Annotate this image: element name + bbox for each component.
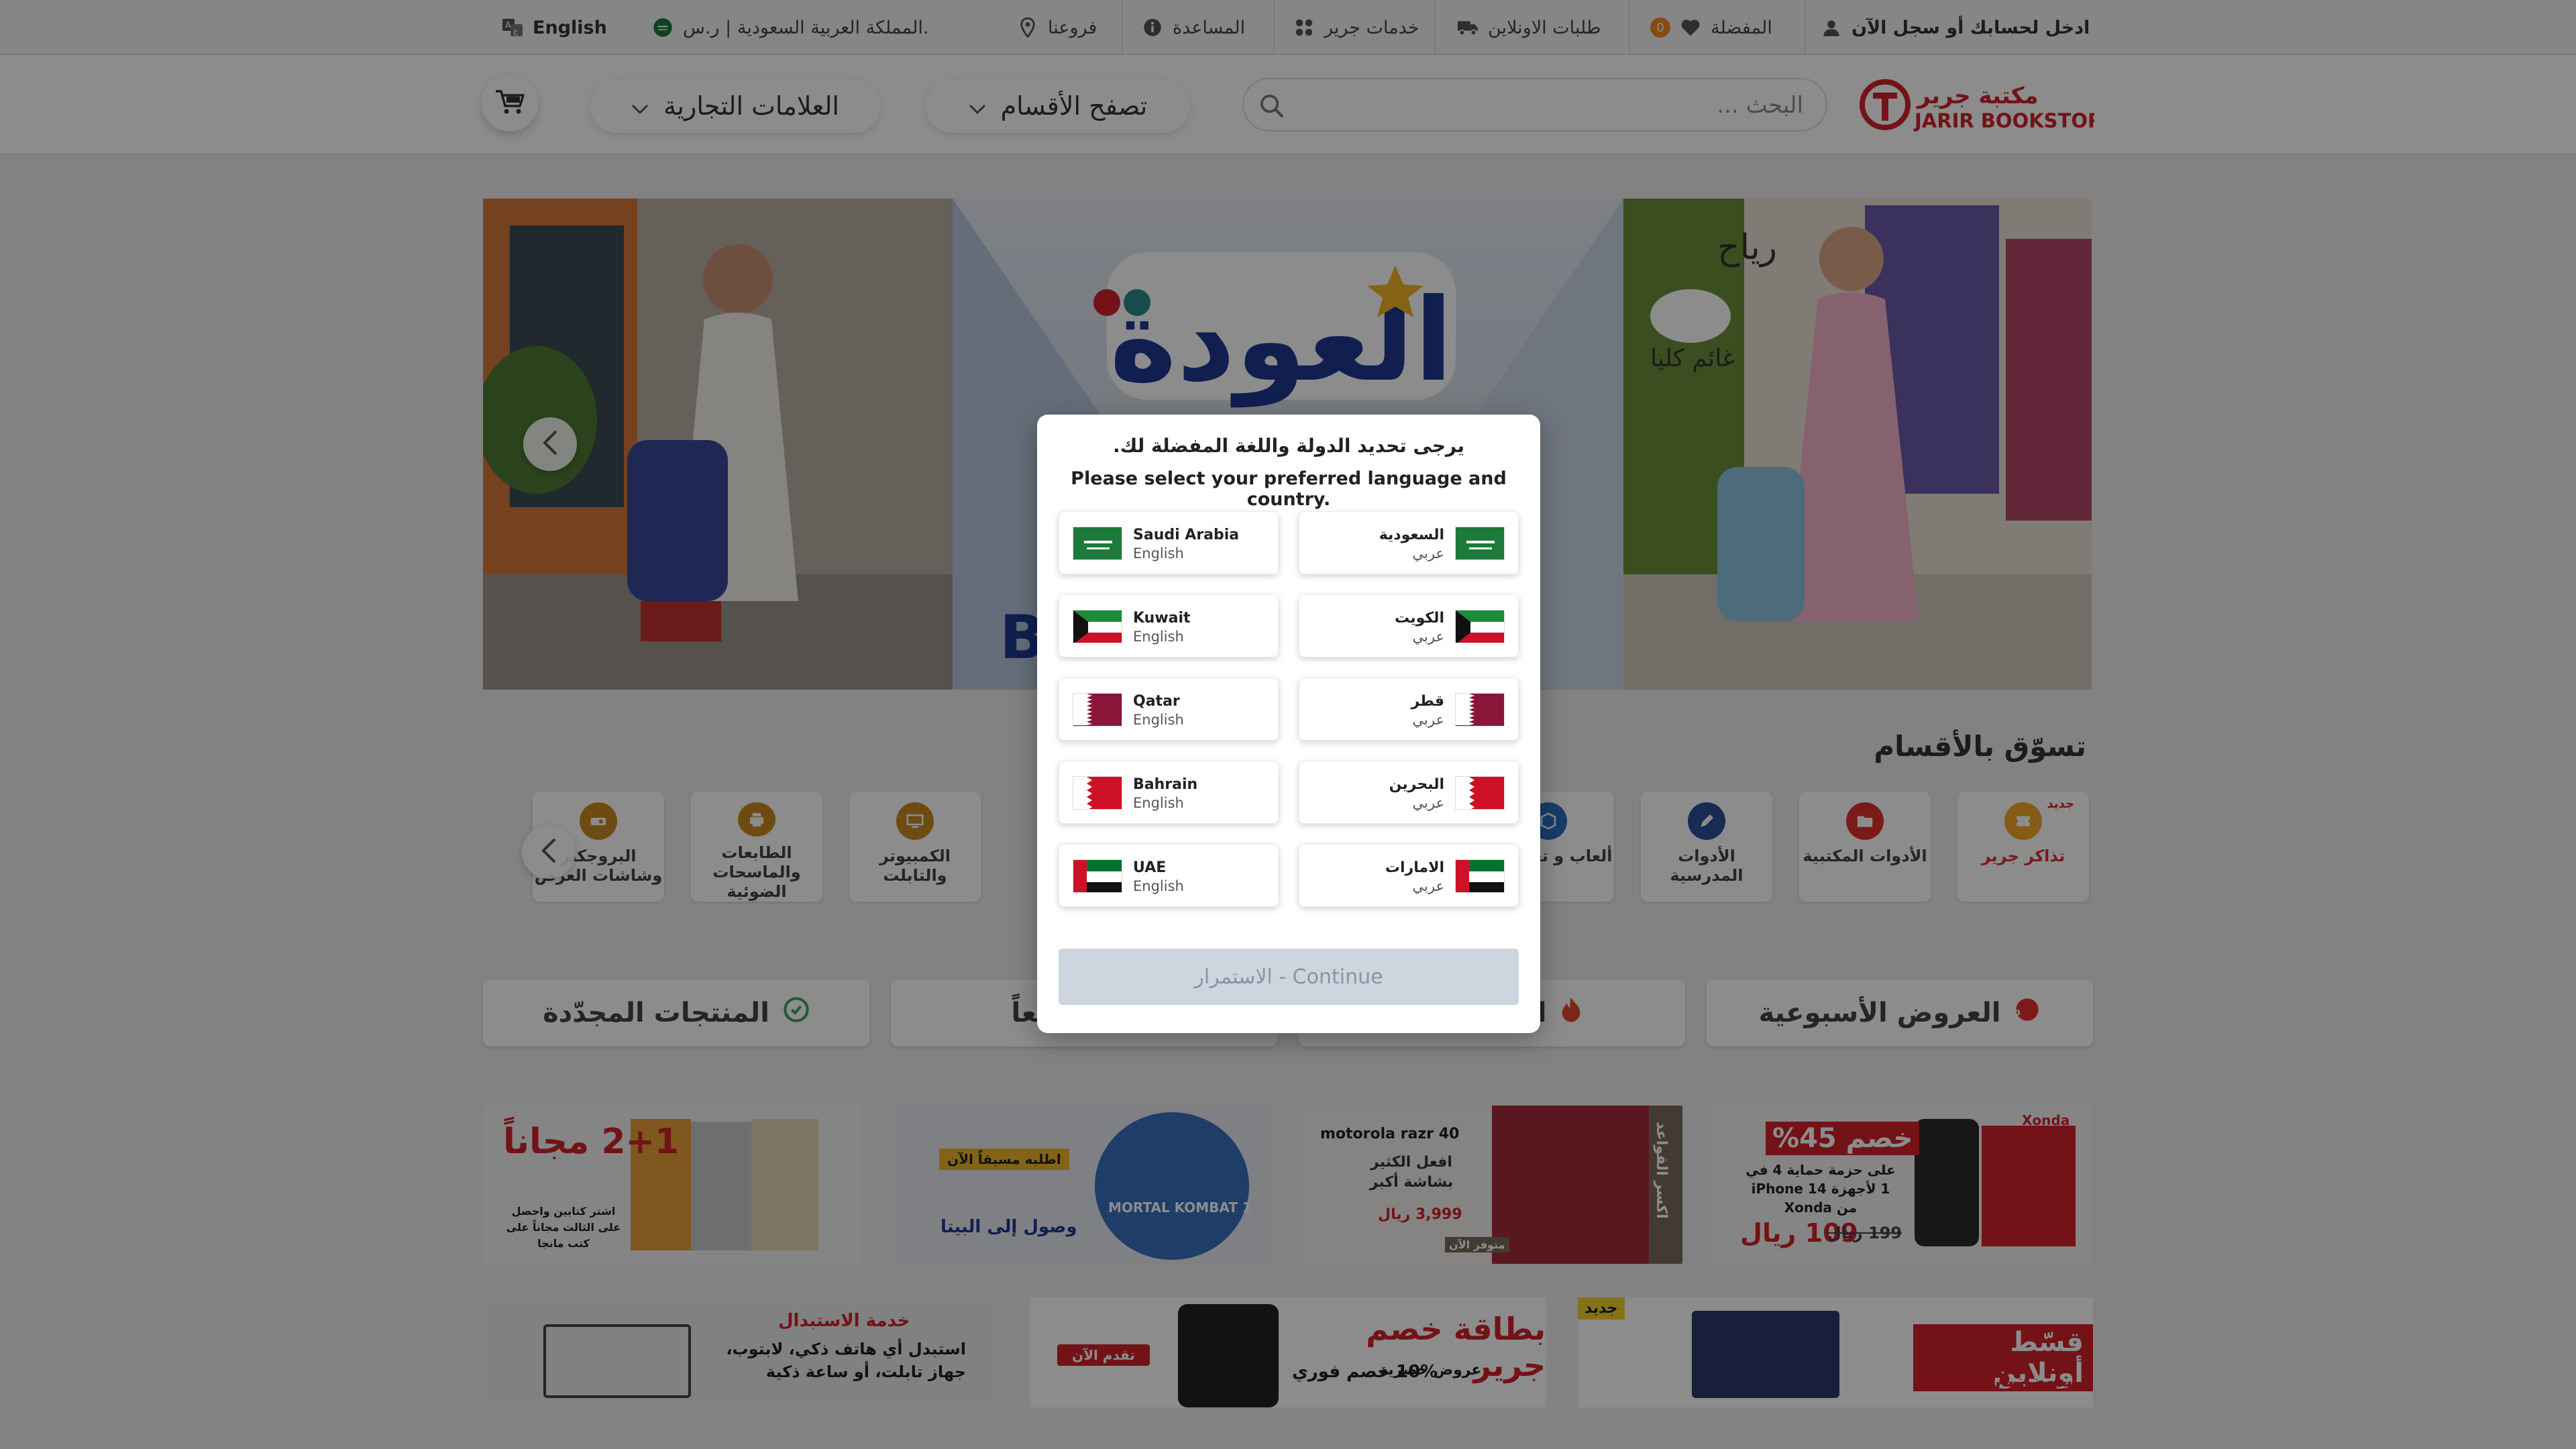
country-name: Bahrain <box>1133 776 1198 793</box>
language-name: عربي <box>1412 795 1444 811</box>
country-language-modal: يرجى تحديد الدولة واللغة المفضلة لك. Ple… <box>1037 415 1540 1033</box>
language-name: English <box>1133 795 1184 811</box>
option-qatar-english[interactable]: Qatar English <box>1059 678 1279 741</box>
option-uae-arabic[interactable]: الامارات عربي <box>1299 844 1519 907</box>
bahrain-flag-icon <box>1455 776 1505 810</box>
option-bahrain-arabic[interactable]: البحرين عربي <box>1299 761 1519 824</box>
option-saudi-arabic[interactable]: السعودية عربي <box>1299 511 1519 574</box>
language-name: English <box>1133 545 1184 561</box>
language-name: عربي <box>1412 545 1444 561</box>
modal-title-arabic: يرجى تحديد الدولة واللغة المفضلة لك. <box>1113 435 1464 457</box>
country-name: الامارات <box>1385 859 1444 876</box>
qatar-flag-icon <box>1455 693 1505 727</box>
option-kuwait-english[interactable]: Kuwait English <box>1059 594 1279 657</box>
country-name: Kuwait <box>1133 610 1191 627</box>
country-name: Qatar <box>1133 693 1180 710</box>
option-kuwait-arabic[interactable]: الكويت عربي <box>1299 594 1519 657</box>
option-qatar-arabic[interactable]: قطر عربي <box>1299 678 1519 741</box>
country-name: قطر <box>1411 693 1444 710</box>
language-name: عربي <box>1412 712 1444 728</box>
continue-button[interactable]: الاستمرار - Continue <box>1059 949 1519 1005</box>
qatar-flag-icon <box>1073 693 1122 727</box>
language-name: عربي <box>1412 629 1444 645</box>
option-bahrain-english[interactable]: Bahrain English <box>1059 761 1279 824</box>
country-name: السعودية <box>1379 527 1444 543</box>
kuwait-flag-icon <box>1455 610 1505 643</box>
uae-flag-icon <box>1073 859 1122 893</box>
language-name: English <box>1133 878 1184 894</box>
country-name: البحرين <box>1389 776 1444 793</box>
language-name: English <box>1133 629 1184 645</box>
saudi-flag-icon <box>1073 527 1122 560</box>
saudi-flag-icon <box>1455 527 1505 560</box>
option-saudi-english[interactable]: Saudi Arabia English <box>1059 511 1279 574</box>
country-name: Saudi Arabia <box>1133 527 1240 543</box>
kuwait-flag-icon <box>1073 610 1122 643</box>
language-name: English <box>1133 712 1184 728</box>
language-name: عربي <box>1412 878 1444 894</box>
modal-title-english: Please select your preferred language an… <box>1071 468 1507 510</box>
bahrain-flag-icon <box>1073 776 1122 810</box>
option-uae-english[interactable]: UAE English <box>1059 844 1279 907</box>
uae-flag-icon <box>1455 859 1505 893</box>
country-name: UAE <box>1133 859 1167 876</box>
country-name: الكويت <box>1395 610 1444 627</box>
